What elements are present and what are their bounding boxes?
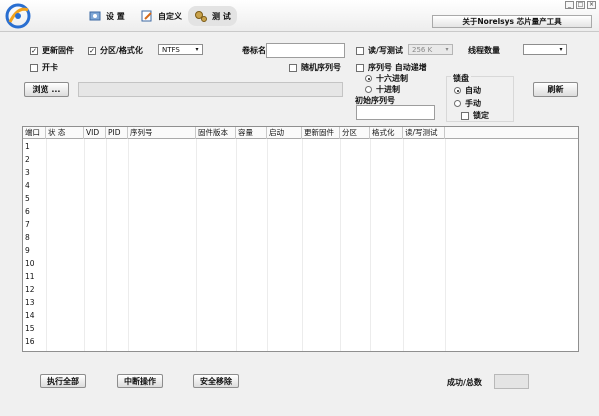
column-divider (302, 139, 303, 351)
table-row[interactable]: 9 (25, 246, 30, 255)
table-row[interactable]: 10 (25, 259, 35, 268)
app-logo-icon (5, 3, 31, 29)
tab-settings-label: 设 置 (106, 11, 125, 21)
browse-button[interactable]: 浏览 ... (24, 82, 69, 97)
radio-dot (365, 86, 372, 93)
column-divider (370, 139, 371, 351)
table-row[interactable]: 5 (25, 194, 30, 203)
column-divider (196, 139, 197, 351)
table-row[interactable]: 8 (25, 233, 30, 242)
column-header-port[interactable]: 端口 (23, 127, 46, 139)
column-divider (267, 139, 268, 351)
decimal-radio[interactable]: 十进制 (365, 84, 400, 95)
column-header-capacity[interactable]: 容量 (236, 127, 267, 139)
title-bar: 设 置 自定义 测 试 关于Norelsys 芯片量产工具 _ □ × (0, 0, 599, 32)
file-path-field[interactable] (78, 82, 343, 97)
table-row[interactable]: 16 (25, 337, 35, 346)
checkbox-box (461, 111, 469, 120)
column-header-partition[interactable]: 分区 (340, 127, 370, 139)
column-header-format[interactable]: 格式化 (370, 127, 403, 139)
column-divider (236, 139, 237, 351)
table-row[interactable]: 3 (25, 168, 30, 177)
table-row[interactable]: 6 (25, 207, 30, 216)
column-header-boot[interactable]: 启动 (267, 127, 302, 139)
checkbox-box (356, 63, 364, 72)
table-header: 端口 状 态 VID PID 序列号 固件版本 容量 启动 更新固件 分区 格式… (23, 127, 578, 139)
lock-auto-radio[interactable]: 自动 (454, 85, 481, 96)
column-divider (128, 139, 129, 351)
column-divider (46, 139, 47, 351)
volume-label-input[interactable] (266, 43, 345, 58)
chevron-down-icon: ▾ (445, 46, 449, 53)
radio-dot (365, 75, 372, 82)
volume-label-label: 卷标名 (242, 46, 266, 55)
serial-auto-increment-checkbox[interactable]: 序列号 自动递增 (356, 62, 427, 73)
hex-radio[interactable]: 十六进制 (365, 73, 408, 84)
tab-test[interactable]: 测 试 (188, 6, 237, 26)
lock-checkbox[interactable]: 锁定 (461, 110, 489, 121)
success-total-label: 成功/总数 (447, 378, 482, 387)
column-divider (445, 139, 446, 351)
lock-disk-label: 锁盘 (451, 73, 471, 84)
lock-manual-radio[interactable]: 手动 (454, 98, 481, 109)
column-header-status[interactable]: 状 态 (46, 127, 84, 139)
chevron-down-icon: ▾ (559, 46, 563, 53)
tab-custom-label: 自定义 (158, 11, 182, 21)
checkbox-box: ✓ (30, 46, 38, 55)
interrupt-button[interactable]: 中断操作 (117, 374, 163, 388)
close-button[interactable]: × (587, 1, 596, 9)
rw-test-checkbox[interactable]: 读/写测试 (356, 45, 403, 56)
table-row[interactable]: 4 (25, 181, 30, 190)
column-divider (403, 139, 404, 351)
update-firmware-checkbox[interactable]: ✓ 更新固件 (30, 45, 74, 56)
table-row[interactable]: 1 (25, 142, 30, 151)
rw-size-select[interactable]: 256 K ▾ (408, 44, 453, 55)
tab-test-label: 测 试 (212, 11, 231, 21)
column-divider (106, 139, 107, 351)
tab-settings[interactable]: 设 置 (88, 6, 125, 26)
open-card-checkbox[interactable]: 开卡 (30, 62, 58, 73)
table-row[interactable]: 14 (25, 311, 35, 320)
radio-dot (454, 87, 461, 94)
column-divider (84, 139, 85, 351)
checkbox-box: ✓ (88, 46, 96, 55)
table-row[interactable]: 11 (25, 272, 35, 281)
filesystem-select[interactable]: NTFS ▾ (158, 44, 203, 55)
checkbox-box (289, 63, 297, 72)
minimize-button[interactable]: _ (565, 1, 574, 9)
gear-wrench-icon (89, 11, 101, 21)
port-status-table[interactable]: 端口 状 态 VID PID 序列号 固件版本 容量 启动 更新固件 分区 格式… (22, 126, 579, 352)
refresh-button[interactable]: 刷新 (533, 82, 578, 97)
random-serial-checkbox[interactable]: 随机序列号 (289, 62, 341, 73)
column-divider (340, 139, 341, 351)
table-row[interactable]: 7 (25, 220, 30, 229)
table-row[interactable]: 2 (25, 155, 30, 164)
column-header-vid[interactable]: VID (84, 127, 106, 139)
thread-count-select[interactable]: ▾ (523, 44, 567, 55)
column-header-pid[interactable]: PID (106, 127, 128, 139)
maximize-button[interactable]: □ (576, 1, 585, 9)
partition-format-checkbox[interactable]: ✓ 分区/格式化 (88, 45, 143, 56)
thread-count-label: 线程数量 (468, 46, 500, 55)
run-all-button[interactable]: 执行全部 (40, 374, 86, 388)
column-header-serial[interactable]: 序列号 (128, 127, 196, 139)
chevron-down-icon: ▾ (195, 46, 199, 53)
tab-custom[interactable]: 自定义 (140, 6, 182, 26)
table-row[interactable]: 13 (25, 298, 35, 307)
column-header-firmware-version[interactable]: 固件版本 (196, 127, 236, 139)
column-header-rw-test[interactable]: 读/写测试 (403, 127, 445, 139)
about-title-button[interactable]: 关于Norelsys 芯片量产工具 (432, 15, 592, 28)
success-total-value (494, 374, 529, 389)
gears-icon (195, 11, 207, 22)
checkbox-box (356, 46, 364, 55)
initial-serial-input[interactable] (356, 105, 435, 120)
column-header-update-firmware[interactable]: 更新固件 (302, 127, 340, 139)
radio-dot (454, 100, 461, 107)
edit-page-icon (141, 10, 152, 22)
table-row[interactable]: 15 (25, 324, 35, 333)
safe-remove-button[interactable]: 安全移除 (193, 374, 239, 388)
table-row[interactable]: 12 (25, 285, 35, 294)
checkbox-box (30, 63, 38, 72)
